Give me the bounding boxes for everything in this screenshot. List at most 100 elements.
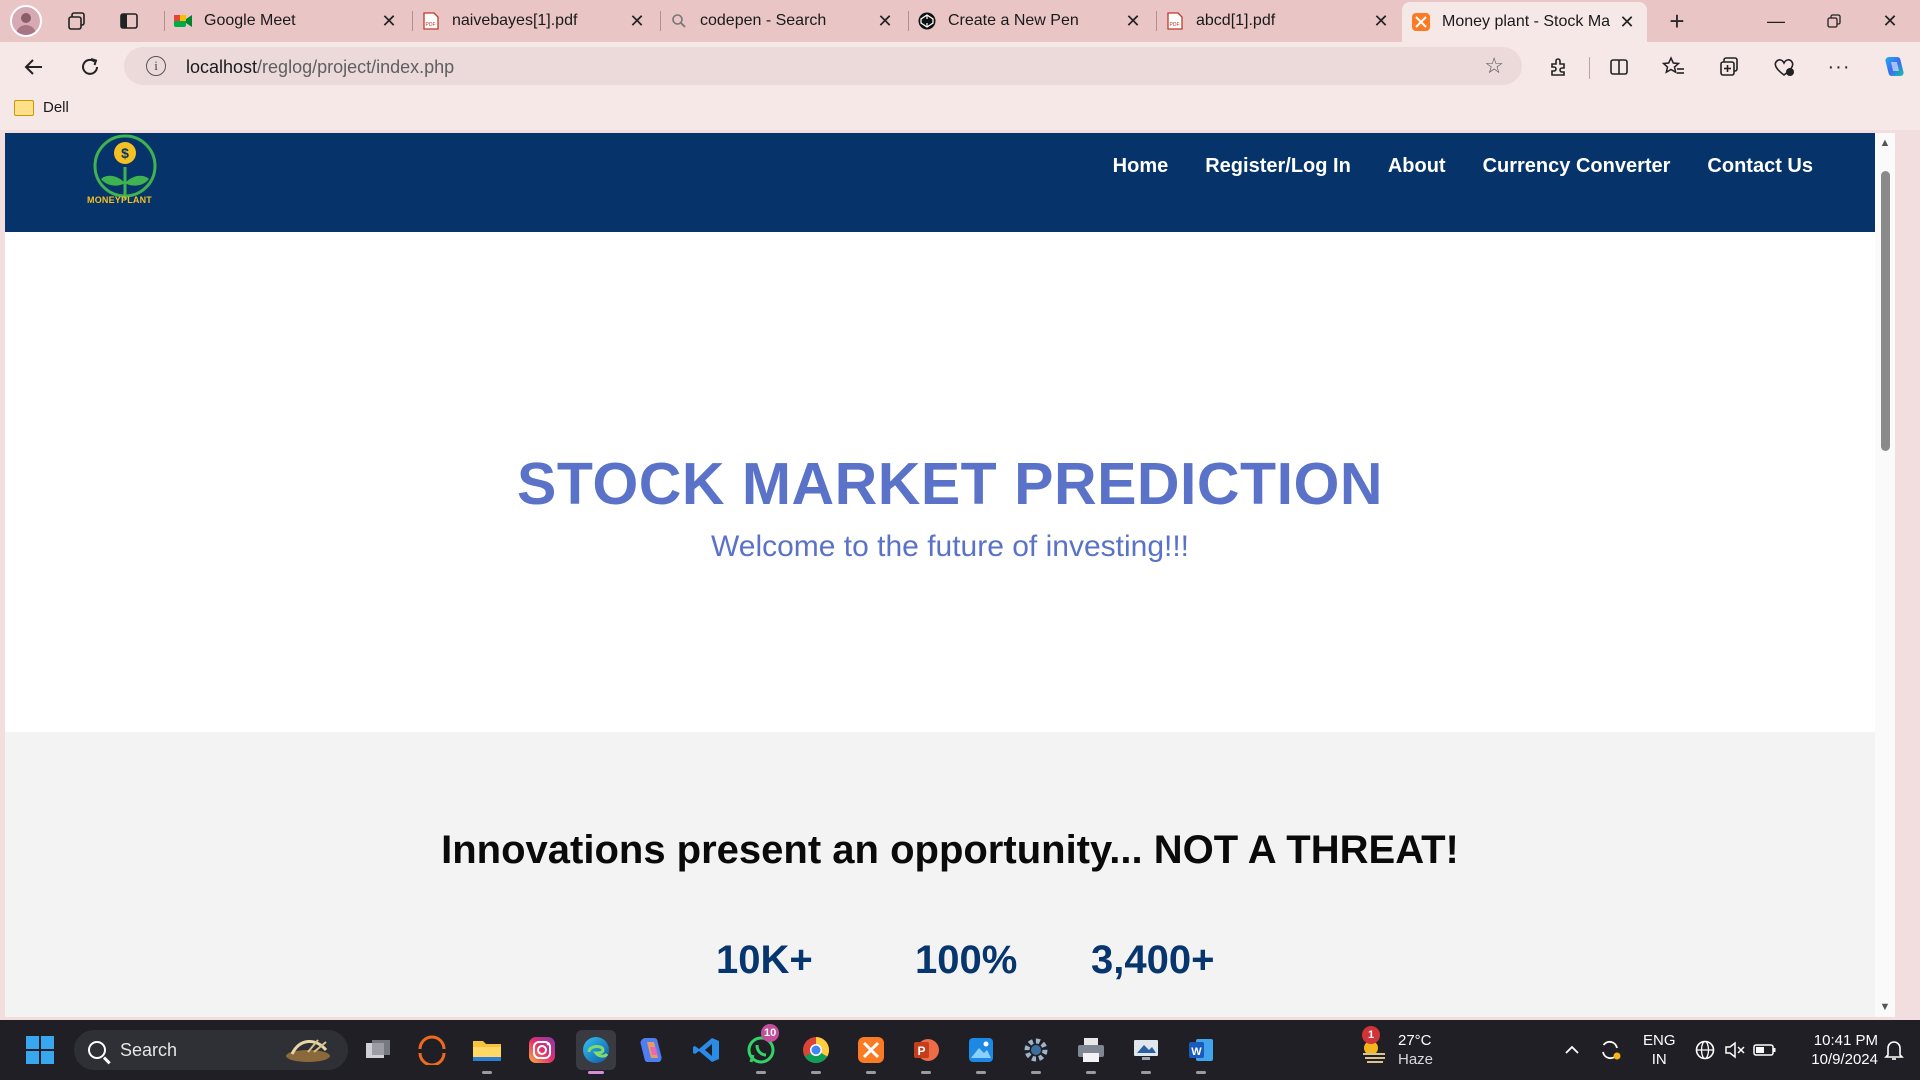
printer-icon[interactable]: [1071, 1030, 1111, 1074]
hero-section: STOCK MARKET PREDICTION Welcome to the f…: [5, 232, 1895, 732]
restore-icon[interactable]: [1806, 0, 1862, 42]
collections-icon[interactable]: [1713, 51, 1745, 83]
close-tab-icon[interactable]: ✕: [1371, 11, 1391, 32]
scroll-up-icon[interactable]: ▲: [1879, 137, 1891, 149]
nav-about[interactable]: About: [1388, 155, 1446, 178]
sync-icon[interactable]: [1590, 1030, 1630, 1070]
tab-strip: Google Meet ✕ PDF naivebayes[1].pdf ✕ co…: [0, 0, 1920, 42]
pdf-icon: PDF: [422, 12, 440, 30]
svg-text:P: P: [917, 1044, 925, 1058]
taskbar-search[interactable]: Search: [74, 1030, 348, 1070]
svg-text:PDF: PDF: [1170, 22, 1180, 28]
scrollbar-thumb[interactable]: [1881, 171, 1890, 451]
tab-create-new-pen[interactable]: Create a New Pen ✕: [908, 0, 1153, 42]
xampp-icon[interactable]: [851, 1030, 891, 1074]
url-path: /reglog/project/index.php: [257, 57, 455, 77]
nav-home[interactable]: Home: [1113, 155, 1169, 178]
bookmarks-bar: Dell: [0, 90, 1920, 130]
tab-abcd-pdf[interactable]: PDF abcd[1].pdf ✕: [1156, 0, 1401, 42]
search-highlight-icon: [278, 1036, 338, 1069]
scroll-down-icon[interactable]: ▼: [1879, 1001, 1891, 1013]
copilot-icon[interactable]: [1878, 51, 1910, 83]
url-text[interactable]: localhost/reglog/project/index.php: [186, 57, 454, 78]
weather-icon[interactable]: 1: [1354, 1026, 1394, 1070]
weather-temp: 27°C: [1398, 1032, 1432, 1049]
split-screen-icon[interactable]: [1603, 51, 1635, 83]
more-options-icon[interactable]: ···: [1823, 51, 1855, 83]
minimize-icon[interactable]: —: [1748, 0, 1804, 42]
notification-bell-icon[interactable]: [1874, 1030, 1914, 1070]
stat-value-users: 10K+: [716, 938, 813, 982]
weather-condition: Haze: [1398, 1051, 1434, 1068]
stats-heading: Innovations present an opportunity... NO…: [441, 828, 1459, 872]
tab-title: naivebayes[1].pdf: [452, 12, 578, 29]
browser-essentials-icon[interactable]: [1768, 51, 1800, 83]
vertical-tabs-icon[interactable]: [114, 6, 144, 36]
start-button[interactable]: [20, 1030, 60, 1070]
word-icon[interactable]: W: [1181, 1030, 1221, 1074]
extensions-icon[interactable]: [1543, 51, 1575, 83]
vscode-icon[interactable]: [686, 1030, 726, 1070]
search-icon: [88, 1041, 106, 1059]
windows-taskbar: Search 10 P W 1 27°C Haze ENG IN 10:41 P…: [0, 1020, 1920, 1080]
close-tab-icon[interactable]: ✕: [875, 11, 895, 32]
photos-icon[interactable]: [961, 1030, 1001, 1074]
page-viewport: $ MONEYPLANT Home Register/Log In About …: [5, 133, 1895, 1017]
page-scrollbar[interactable]: ▲ ▼: [1875, 133, 1895, 1017]
tab-title: Create a New Pen: [948, 12, 1079, 29]
whatsapp-icon[interactable]: 10: [741, 1024, 781, 1074]
site-info-icon[interactable]: i: [146, 56, 166, 76]
stats-section: Innovations present an opportunity... NO…: [5, 732, 1895, 1017]
workspaces-icon[interactable]: [62, 6, 92, 36]
codepen-icon: [918, 12, 936, 30]
address-bar[interactable]: i localhost/reglog/project/index.php ☆: [124, 47, 1522, 85]
nav-register-login[interactable]: Register/Log In: [1205, 155, 1351, 178]
svg-text:$: $: [121, 145, 129, 161]
profile-avatar[interactable]: [10, 5, 42, 37]
weather-widget[interactable]: 27°C Haze: [1398, 1031, 1433, 1069]
bookmark-dell[interactable]: Dell: [14, 99, 69, 116]
close-tab-icon[interactable]: ✕: [1617, 12, 1637, 33]
remote-desktop-icon[interactable]: [1126, 1030, 1166, 1074]
settings-icon[interactable]: [1016, 1030, 1056, 1074]
chrome-icon[interactable]: [796, 1030, 836, 1074]
file-explorer-icon[interactable]: [467, 1030, 507, 1074]
edge-icon[interactable]: [576, 1030, 616, 1074]
nav-currency-converter[interactable]: Currency Converter: [1483, 155, 1671, 178]
close-tab-icon[interactable]: ✕: [379, 11, 399, 32]
powerpoint-icon[interactable]: P: [906, 1030, 946, 1074]
url-host: localhost: [186, 57, 258, 77]
back-icon[interactable]: [18, 51, 50, 83]
nav-contact-us[interactable]: Contact Us: [1707, 155, 1813, 178]
battery-icon[interactable]: [1745, 1030, 1785, 1070]
tab-naivebayes-pdf[interactable]: PDF naivebayes[1].pdf ✕: [412, 0, 657, 42]
new-tab-button[interactable]: +: [1662, 6, 1692, 36]
weather-badge: 1: [1362, 1026, 1380, 1044]
tab-title: abcd[1].pdf: [1196, 12, 1276, 29]
pdf-icon: PDF: [1166, 12, 1184, 30]
favorite-star-icon[interactable]: ☆: [1484, 53, 1504, 79]
close-tab-icon[interactable]: ✕: [1123, 11, 1143, 32]
tab-money-plant[interactable]: Money plant - Stock Market ✕: [1402, 2, 1647, 42]
tab-title: Money plant - Stock Market: [1442, 13, 1611, 30]
svg-text:PDF: PDF: [426, 22, 436, 28]
favorites-icon[interactable]: [1658, 51, 1690, 83]
clock[interactable]: 10:41 PM 10/9/2024: [1792, 1031, 1878, 1069]
whatsapp-badge: 10: [761, 1024, 780, 1042]
search-icon: [670, 12, 688, 30]
site-nav: Home Register/Log In About Currency Conv…: [1076, 155, 1813, 178]
instagram-icon[interactable]: [522, 1030, 562, 1070]
task-view-icon[interactable]: [358, 1030, 398, 1070]
copilot-icon[interactable]: [631, 1030, 671, 1070]
browser-toolbar: i localhost/reglog/project/index.php ☆ ·…: [0, 42, 1920, 90]
app-icon[interactable]: [412, 1030, 452, 1070]
logo-text: MONEYPLANT: [87, 195, 152, 205]
close-tab-icon[interactable]: ✕: [627, 11, 647, 32]
refresh-icon[interactable]: [74, 51, 106, 83]
search-placeholder: Search: [120, 1039, 178, 1060]
tab-codepen-search[interactable]: codepen - Search ✕: [660, 0, 905, 42]
tab-google-meet[interactable]: Google Meet ✕: [164, 0, 409, 42]
chevron-up-icon[interactable]: [1552, 1030, 1592, 1070]
language-indicator[interactable]: ENG IN: [1643, 1031, 1676, 1069]
close-window-icon[interactable]: ✕: [1862, 0, 1918, 42]
